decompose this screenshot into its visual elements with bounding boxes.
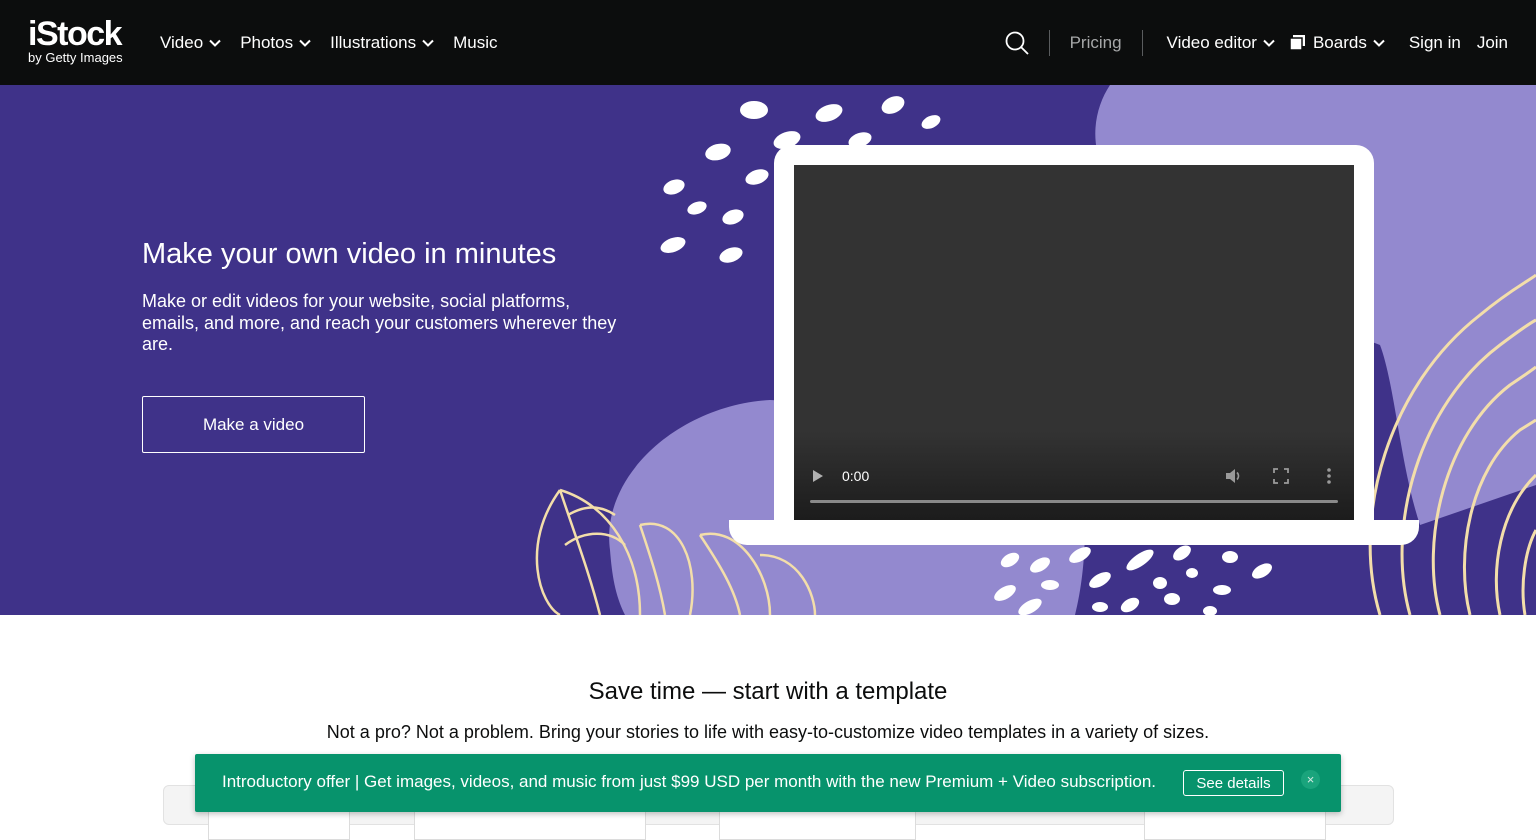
nav-music-label: Music xyxy=(453,32,498,52)
nav-illustrations-label: Illustrations xyxy=(330,32,417,52)
join-link[interactable]: Join xyxy=(1477,33,1508,53)
play-icon[interactable] xyxy=(812,469,824,483)
hero-video-player[interactable]: 0:00 xyxy=(794,165,1354,520)
nav-video-label: Video xyxy=(160,32,204,52)
chevron-down-icon xyxy=(299,39,311,47)
laptop-base xyxy=(729,520,1419,545)
primary-nav: Video Photos Illustrations Music xyxy=(160,0,517,85)
more-vert-icon[interactable] xyxy=(1326,467,1332,485)
chevron-down-icon xyxy=(422,39,434,47)
nav-divider xyxy=(1048,29,1050,56)
chevron-down-icon xyxy=(1263,39,1275,47)
nav-photos-label: Photos xyxy=(240,32,294,52)
logo-tagline: by Getty Images xyxy=(28,50,123,65)
laptop-screen: 0:00 xyxy=(774,145,1374,525)
sign-in-link[interactable]: Sign in xyxy=(1409,33,1461,53)
templates-subtitle: Not a pro? Not a problem. Bring your sto… xyxy=(326,722,1210,742)
nav-video-editor[interactable]: Video editor xyxy=(1167,33,1275,53)
chevron-down-icon xyxy=(1373,39,1385,47)
nav-photos[interactable]: Photos xyxy=(240,33,311,53)
nav-video[interactable]: Video xyxy=(160,33,221,53)
nav-boards[interactable]: Boards xyxy=(1289,32,1385,53)
search-icon[interactable] xyxy=(1004,30,1030,56)
nav-video-editor-label: Video editor xyxy=(1166,32,1257,52)
make-a-video-button[interactable]: Make a video xyxy=(142,396,365,453)
istock-logo[interactable]: iStock by Getty Images xyxy=(28,15,123,65)
chevron-down-icon xyxy=(209,39,221,47)
promo-banner: Introductory offer | Get images, videos,… xyxy=(195,754,1341,812)
video-time: 0:00 xyxy=(842,468,870,484)
hero-banner: Make your own video in minutes Make or e… xyxy=(0,85,1536,615)
nav-divider xyxy=(1141,29,1143,56)
see-details-button[interactable]: See details xyxy=(1183,770,1284,796)
promo-text: Introductory offer | Get images, videos,… xyxy=(222,772,1157,791)
video-progress-bar[interactable] xyxy=(810,500,1338,503)
nav-boards-label: Boards xyxy=(1312,32,1367,52)
boards-icon xyxy=(1289,35,1305,50)
volume-icon[interactable] xyxy=(1224,467,1242,485)
hero-subtitle: Make or edit videos for your website, so… xyxy=(142,291,617,354)
nav-illustrations[interactable]: Illustrations xyxy=(330,33,434,53)
fullscreen-icon[interactable] xyxy=(1273,468,1289,484)
close-icon[interactable]: × xyxy=(1301,770,1320,789)
hero-title: Make your own video in minutes xyxy=(142,238,557,270)
logo-wordmark: iStock xyxy=(28,15,123,53)
templates-title: Save time — start with a template xyxy=(588,678,948,705)
top-navigation: iStock by Getty Images Video Photos Illu… xyxy=(0,0,1536,85)
secondary-nav: Pricing Video editor Boards Sign in Join xyxy=(1004,0,1508,85)
nav-music[interactable]: Music xyxy=(453,33,497,53)
pricing-link[interactable]: Pricing xyxy=(1070,33,1122,53)
